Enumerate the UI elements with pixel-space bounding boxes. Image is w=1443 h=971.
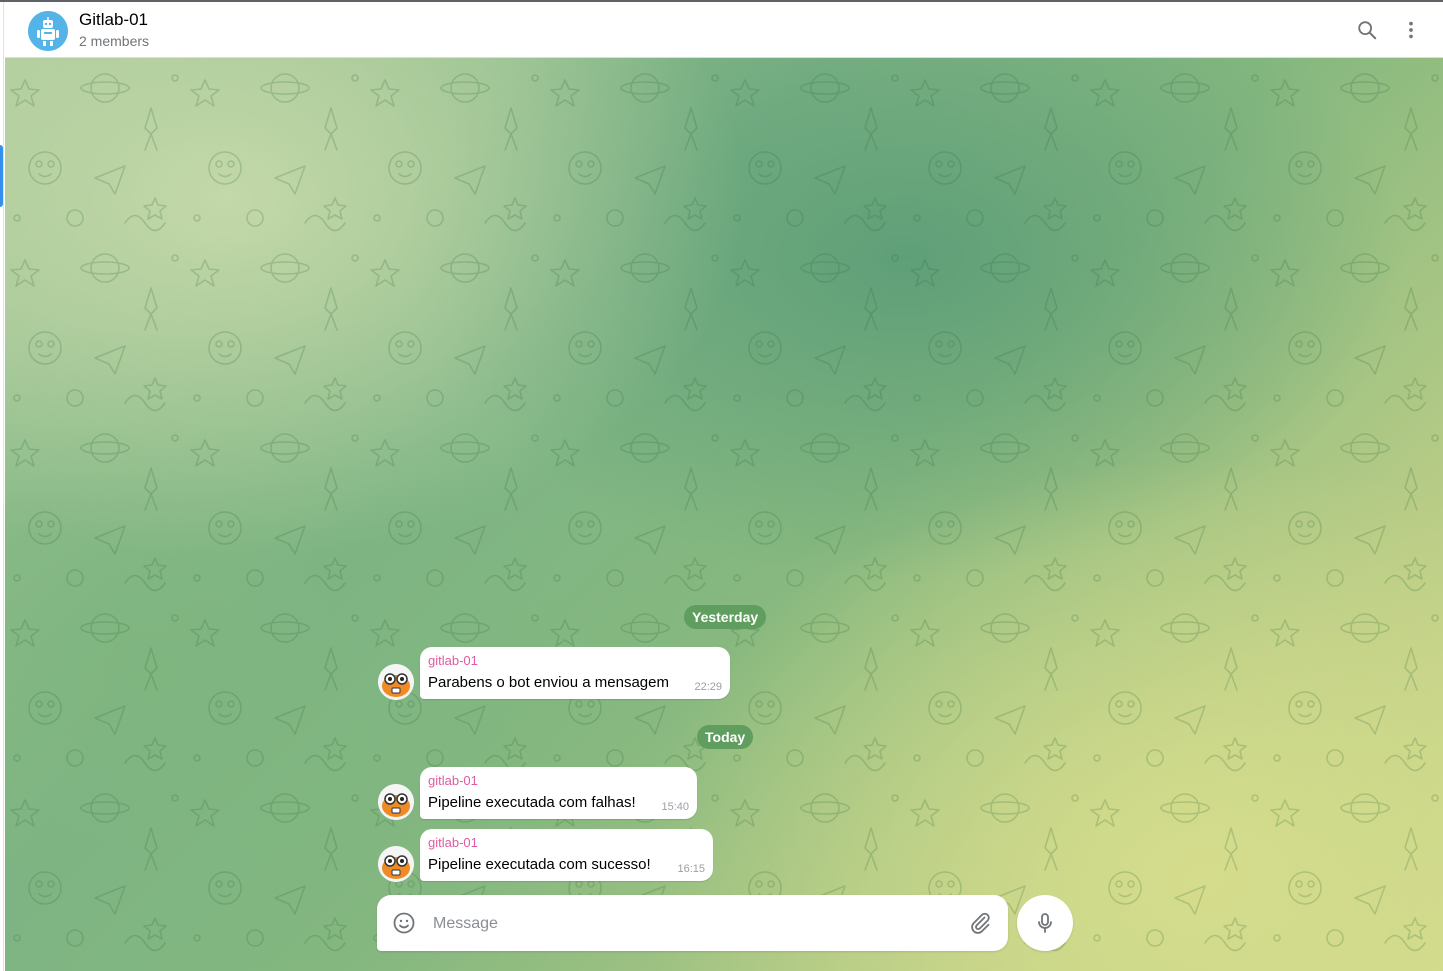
more-vertical-icon xyxy=(1409,21,1413,39)
message-bubble[interactable]: gitlab-01 Pipeline executada com sucesso… xyxy=(420,829,713,881)
gitlab-bot-avatar-icon xyxy=(378,664,414,700)
emoji-icon[interactable] xyxy=(392,911,416,935)
member-count: 2 members xyxy=(79,33,150,49)
chat-title[interactable]: Gitlab-01 xyxy=(79,10,148,30)
message-text: Pipeline executada com sucesso! xyxy=(428,856,651,873)
microphone-icon xyxy=(1038,913,1052,933)
robot-icon xyxy=(28,11,68,51)
date-separator-today: Today xyxy=(697,725,754,749)
message-composer[interactable] xyxy=(377,895,1008,951)
search-icon xyxy=(1358,21,1377,40)
message-sender[interactable]: gitlab-01 xyxy=(428,773,478,788)
message-time: 15:40 xyxy=(661,801,689,813)
message-bubble[interactable]: gitlab-01 Parabens o bot enviou a mensag… xyxy=(420,647,730,699)
message-sender[interactable]: gitlab-01 xyxy=(428,653,478,668)
paperclip-icon[interactable] xyxy=(968,911,992,935)
message-time: 22:29 xyxy=(694,681,722,693)
search-button[interactable] xyxy=(1347,10,1387,50)
message-time: 16:15 xyxy=(677,863,705,875)
active-chat-indicator xyxy=(0,145,3,207)
chat-background[interactable]: Yesterday gitlab-01 Parabens o bot envio… xyxy=(5,58,1443,971)
gitlab-bot-avatar-icon xyxy=(378,784,414,820)
message-bubble[interactable]: gitlab-01 Pipeline executada com falhas!… xyxy=(420,767,697,819)
message-text: Pipeline executada com falhas! xyxy=(428,794,636,811)
chat-header[interactable]: Gitlab-01 2 members xyxy=(5,2,1443,58)
doodle-pattern xyxy=(5,58,1443,971)
date-separator-yesterday: Yesterday xyxy=(684,605,767,629)
sender-avatar[interactable] xyxy=(378,664,414,700)
message-input[interactable] xyxy=(431,907,955,941)
sender-avatar[interactable] xyxy=(378,784,414,820)
voice-message-button[interactable] xyxy=(1017,895,1073,951)
message-sender[interactable]: gitlab-01 xyxy=(428,835,478,850)
group-avatar[interactable] xyxy=(28,11,68,51)
sender-avatar[interactable] xyxy=(378,846,414,882)
more-options-button[interactable] xyxy=(1391,10,1431,50)
message-text: Parabens o bot enviou a mensagem xyxy=(428,674,669,691)
gitlab-bot-avatar-icon xyxy=(378,846,414,882)
